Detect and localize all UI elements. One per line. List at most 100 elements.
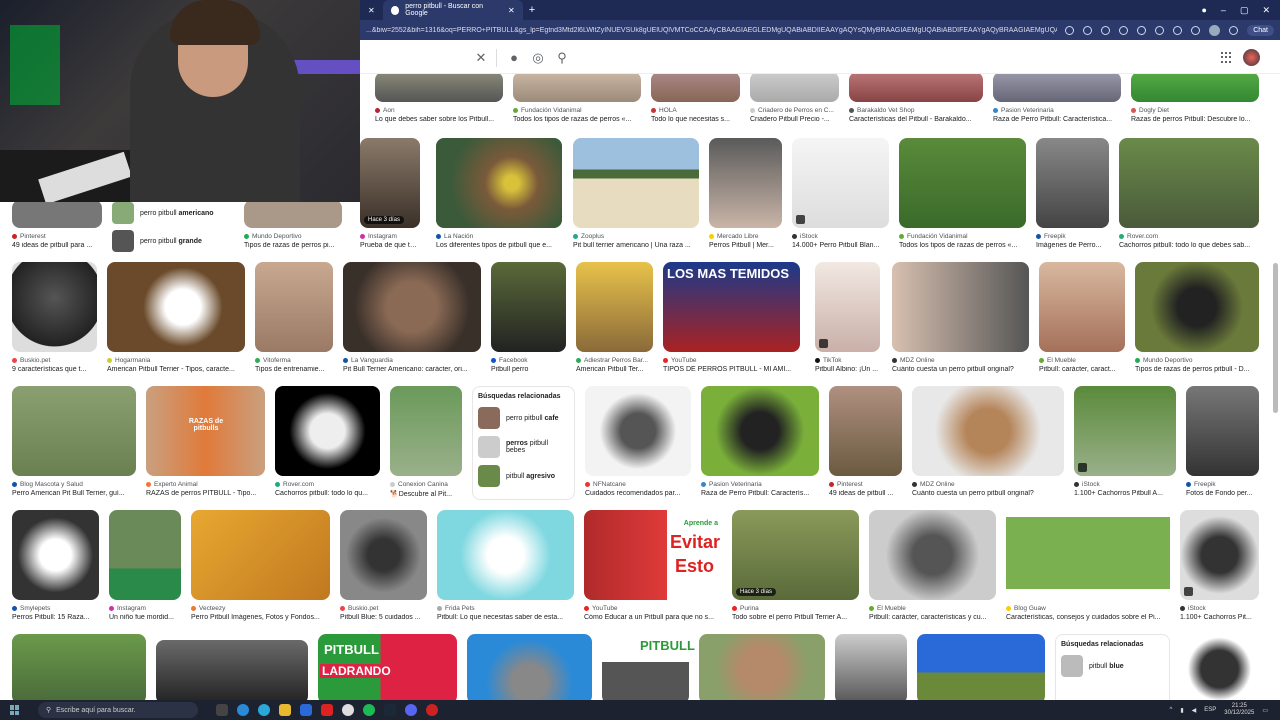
result-title[interactable]: Pit bull terrier americano | Una raza ..… [573,242,699,249]
edge-icon[interactable] [258,704,270,716]
result-title[interactable]: 14.000+ Perro Pitbull Blan... [792,242,889,249]
result-thumbnail[interactable] [1006,510,1170,600]
image-result[interactable]: MDZ Online Cuánto cuesta un perro pitbul… [892,262,1029,373]
result-thumbnail[interactable] [815,262,880,352]
result-title[interactable]: Todos los tipos de razas de perros «... [899,242,1026,249]
image-result[interactable]: Pinterest 49 ideas de pitbull para ... [12,200,102,249]
settings-icon[interactable] [1137,25,1147,35]
result-thumbnail[interactable] [437,510,574,600]
result-title[interactable]: Criadero Pitbull Precio -... [750,116,839,123]
app-icon[interactable] [426,704,438,716]
bookmark-star-icon[interactable] [1101,25,1111,35]
image-result[interactable]: Zooplus Pit bull terrier americano | Una… [573,138,699,249]
obs-icon[interactable] [342,704,354,716]
image-result[interactable]: Mundo Deportivo Tipos de razas de perros… [1135,262,1259,373]
download-icon[interactable] [1191,25,1201,35]
image-result[interactable]: PITBULL LADRANDO [318,634,457,700]
windows-start-icon[interactable] [10,705,20,715]
result-thumbnail[interactable] [829,386,902,476]
result-title[interactable]: Tipos de razas de perros pitbull - D... [1135,366,1259,373]
image-result[interactable] [467,634,592,700]
maximize-button[interactable]: ▢ [1240,5,1249,16]
image-result[interactable]: Dogly Diet Razas de perros Pitbull: Desc… [1131,74,1259,123]
result-thumbnail[interactable] [343,262,481,352]
result-thumbnail[interactable] [892,262,1029,352]
result-title[interactable]: Cuidados recomendados par... [585,490,691,497]
image-result[interactable]: El Mueble Pitbull: carácter, característ… [869,510,996,621]
tab-prev-close[interactable]: ✕ [360,0,383,20]
result-title[interactable]: Lo que debes saber sobre los Pitbull... [375,116,503,123]
result-thumbnail[interactable] [750,74,839,102]
result-title[interactable]: 1.100+ Cachorros Pit... [1180,614,1259,621]
network-icon[interactable]: ▮ [1180,707,1183,714]
result-thumbnail[interactable] [436,138,562,228]
profile-avatar[interactable] [1209,24,1221,36]
image-result[interactable]: Vecteezy Perro Pitbull Imágenes, Fotos y… [191,510,330,621]
discord-icon[interactable] [405,704,417,716]
result-thumbnail[interactable] [1039,262,1125,352]
result-title[interactable]: Características del Pitbull - Barakaldo.… [849,116,983,123]
result-thumbnail[interactable] [709,138,782,228]
result-title[interactable]: Todos los tipos de razas de perros «... [513,116,641,123]
image-result[interactable]: Mercado Libre Perros Pitbull | Mer... [709,138,782,249]
result-thumbnail[interactable]: PITBULL LADRANDO [318,634,457,700]
result-title[interactable]: Raza de Perro Pitbull: Caracterís... [701,490,819,497]
image-result[interactable]: Pasion Veterinaria Raza de Perro Pitbull… [701,386,819,497]
image-result[interactable]: Aprende a Evitar Esto YouTube Cómo Educa… [584,510,722,621]
chat-button[interactable]: Chat [1247,24,1274,36]
image-result[interactable]: Instagram Un niño fue mordid... [109,510,181,621]
result-thumbnail[interactable] [1119,138,1259,228]
image-result[interactable]: Buskio.pet 9 características que t... [12,262,97,373]
mail-icon[interactable] [300,704,312,716]
calendar-icon[interactable] [321,704,333,716]
result-title[interactable]: Todo lo que necesitas s... [651,116,740,123]
image-result[interactable]: Freepik Fotos de Fondo per... [1186,386,1259,497]
image-result[interactable]: NFNatcane Cuidados recomendados par... [585,386,691,497]
result-thumbnail[interactable] [792,138,889,228]
result-title[interactable]: RAZAS de perros PITBULL - Tipo... [146,490,265,497]
result-title[interactable]: Los diferentes tipos de pitbull que e... [436,242,562,249]
result-title[interactable]: American Pitbull Ter... [576,366,653,373]
search-icon[interactable]: ⚲ [555,50,569,65]
result-thumbnail[interactable] [899,138,1026,228]
close-tab-icon[interactable]: ✕ [508,6,515,15]
result-thumbnail[interactable] [849,74,983,102]
result-thumbnail[interactable] [1036,138,1109,228]
result-thumbnail[interactable] [255,262,333,352]
result-thumbnail[interactable] [576,262,653,352]
image-result[interactable]: MDZ Online Cuánto cuesta un perro pitbul… [912,386,1064,497]
result-title[interactable]: Raza de Perro Pitbull: Característica... [993,116,1121,123]
image-result[interactable]: Conexion Canina 🐕Descubre al Pit... [390,386,462,498]
result-thumbnail[interactable] [993,74,1121,102]
result-thumbnail[interactable] [651,74,740,102]
image-result[interactable]: Blog Guaw Características, consejos y cu… [1006,510,1170,621]
related-search-item[interactable]: pitbull agresivo [478,465,569,487]
related-search-item[interactable]: pitbull blue [1061,655,1164,677]
translate-icon[interactable] [1119,25,1129,35]
chrome-icon[interactable] [237,704,249,716]
image-result[interactable]: Smylepets Perros Pitbull: 15 Raza... [12,510,99,621]
image-result[interactable] [917,634,1045,700]
result-title[interactable]: Pitbull perro [491,366,566,373]
result-title[interactable]: Pit Bull Terrier Americano: carácter, or… [343,366,481,373]
result-title[interactable]: Fotos de Fondo per... [1186,490,1259,497]
task-view-icon[interactable] [216,704,228,716]
image-result[interactable]: Freepik Imágenes de Perro... [1036,138,1109,249]
result-title[interactable]: Perro American Pit Bull Terrier, guí... [12,490,136,497]
result-thumbnail[interactable] [107,262,245,352]
result-title[interactable]: Todo sobre el perro Pitbull Terrier A... [732,614,859,621]
bookmarks-icon[interactable] [1173,25,1183,35]
result-thumbnail[interactable]: Hace 3 días [732,510,859,600]
image-result[interactable]: HOLA Todo lo que necesitas s... [651,74,740,123]
result-title[interactable]: Prueba de que tod... [360,242,420,249]
image-result[interactable]: TikTok Pitbull Albino: ¡Un ... [815,262,880,373]
result-title[interactable]: Cómo Educar a un Pitbull para que no s..… [584,614,722,621]
result-thumbnail[interactable] [191,510,330,600]
result-thumbnail[interactable] [1180,510,1259,600]
google-apps-icon[interactable] [1221,51,1233,64]
result-thumbnail[interactable] [12,262,97,352]
result-thumbnail[interactable] [340,510,427,600]
image-result[interactable]: La Nación Los diferentes tipos de pitbul… [436,138,562,249]
related-search-item[interactable]: ​perro pitbull grande [112,230,234,252]
minimize-button[interactable]: – [1221,5,1226,16]
